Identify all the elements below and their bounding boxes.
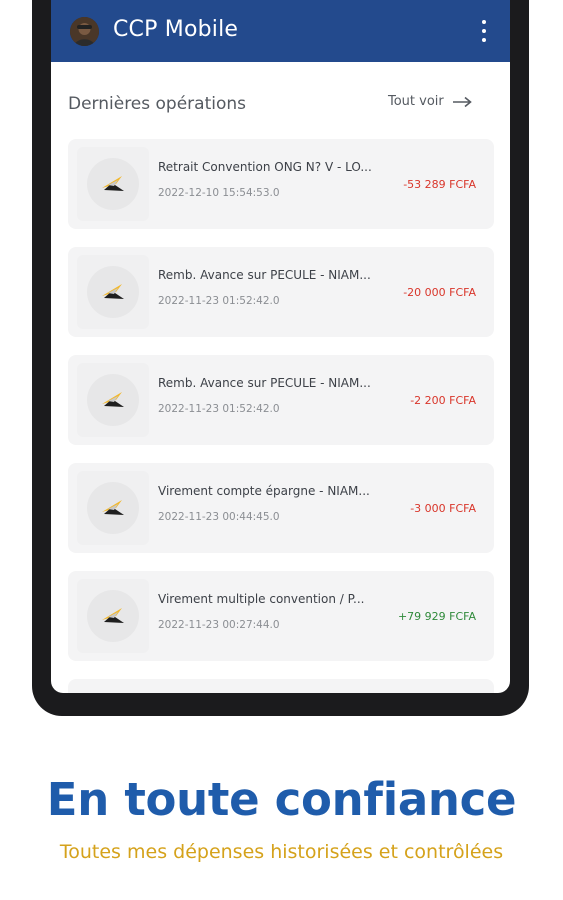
transaction-item[interactable]: Virement compte épargne - NIAM... 2022-1… [68,463,494,553]
transaction-label: Virement multiple convention / P... [158,592,365,606]
user-avatar[interactable] [70,17,99,46]
transaction-date: 2022-11-23 01:52:42.0 [158,403,280,415]
transaction-item[interactable]: Remb. Avance sur PECULE - NIAM... 2022-1… [68,355,494,445]
transaction-list: Retrait Convention ONG N? V - LO... 2022… [68,139,494,693]
transaction-label: Retrait Convention ONG N? V - LO... [158,160,372,174]
transaction-item[interactable]: Retrait Convention ONG N? V - LO... 2022… [68,139,494,229]
logo-icon [102,500,124,515]
transaction-item[interactable]: Remb. Avance sur PECULE - NIAM... 2022-1… [68,247,494,337]
transaction-amount: +79 929 FCFA [397,610,476,623]
transaction-label: Remb. Avance sur PECULE - NIAM... [158,268,371,282]
see-all-link[interactable]: Tout voir [388,94,472,109]
transaction-amount: -20 000 FCFA [403,286,476,299]
transaction-date: 2022-11-23 00:44:45.0 [158,511,280,523]
transaction-amount: -3 000 FCFA [410,502,476,515]
transaction-icon-box [77,579,149,653]
phone-screen: CCP Mobile Dernières opérations Tout voi… [51,0,510,693]
more-vert-icon[interactable] [480,20,488,42]
logo-icon [102,176,124,191]
logo-icon [102,392,124,407]
marketing-subline: Toutes mes dépenses historisées et contr… [59,841,504,863]
transaction-icon-box [77,147,149,221]
arrow-right-icon [452,96,472,107]
transaction-date: 2022-12-10 15:54:53.0 [158,187,280,199]
transaction-item-partial[interactable] [68,679,494,693]
transaction-label: Remb. Avance sur PECULE - NIAM... [158,376,371,390]
see-all-label: Tout voir [388,94,444,109]
transaction-amount: -53 289 FCFA [403,178,476,191]
app-bar: CCP Mobile [51,0,510,62]
transaction-icon-box [77,255,149,329]
transaction-date: 2022-11-23 01:52:42.0 [158,295,280,307]
app-title: CCP Mobile [113,17,239,42]
logo-icon [102,608,124,623]
section-title: Dernières opérations [68,94,247,114]
transaction-date: 2022-11-23 00:27:44.0 [158,619,280,631]
transaction-item[interactable]: Virement multiple convention / P... 2022… [68,571,494,661]
promo-screenshot: CCP Mobile Dernières opérations Tout voi… [0,0,563,900]
logo-icon [102,284,124,299]
marketing-headline: En toute confiance [46,773,517,826]
transaction-label: Virement compte épargne - NIAM... [158,484,370,498]
transaction-amount: -2 200 FCFA [410,394,476,407]
transaction-icon-box [77,471,149,545]
transaction-icon-box [77,363,149,437]
